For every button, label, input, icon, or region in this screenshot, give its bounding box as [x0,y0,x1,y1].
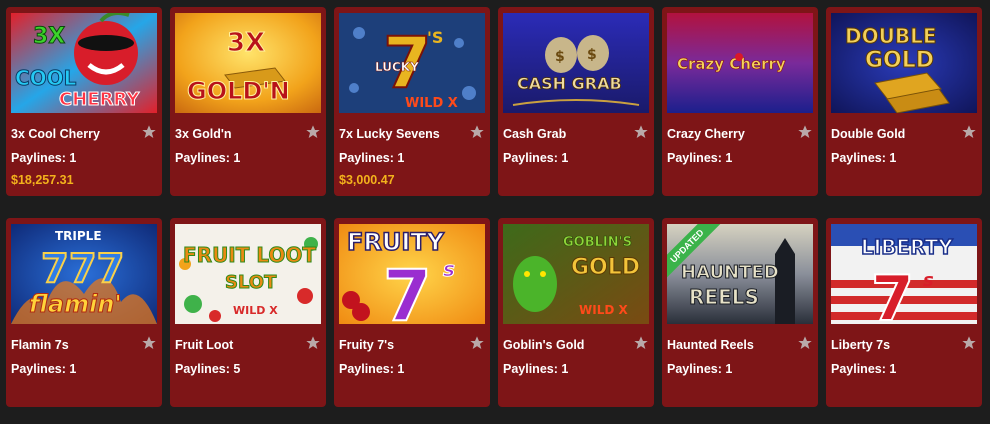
game-card-3x-goldn[interactable]: 3X GOLD'N 3x Gold'n Paylines: 1 [170,7,326,196]
svg-text:WILD X: WILD X [405,96,458,111]
svg-text:COOL: COOL [15,66,77,90]
paylines-label: Paylines: 1 [667,362,733,376]
games-grid: 3X COOL CHERRY 3x Cool Cherry Paylines: … [6,7,990,407]
svg-text:7: 7 [383,255,432,324]
star-icon[interactable] [797,124,813,140]
jackpot-amount: $18,257.31 [11,173,74,187]
paylines-label: Paylines: 1 [503,151,569,165]
svg-text:FRUITY: FRUITY [347,228,445,256]
svg-text:Crazy Cherry: Crazy Cherry [677,55,786,73]
svg-text:7: 7 [871,262,914,324]
game-thumbnail[interactable]: TRIPLE 777 flamin' [11,224,157,324]
svg-text:GOLD: GOLD [571,255,640,280]
game-card-double-gold[interactable]: DOUBLE GOLD Double Gold Paylines: 1 [826,7,982,196]
svg-text:GOLD'N: GOLD'N [187,77,290,105]
paylines-label: Paylines: 1 [831,151,897,165]
game-thumbnail[interactable]: LIBERTY 7 s [831,224,977,324]
paylines-label: Paylines: 5 [175,362,241,376]
svg-text:s: s [923,270,934,291]
star-icon[interactable] [961,335,977,351]
star-icon[interactable] [469,335,485,351]
svg-text:CHERRY: CHERRY [59,89,140,110]
svg-text:flamin': flamin' [29,290,122,318]
game-thumbnail[interactable]: 3X COOL CHERRY [11,13,157,113]
star-icon[interactable] [797,335,813,351]
thumb-title: 3X [33,24,65,49]
svg-text:LIBERTY: LIBERTY [861,235,953,259]
svg-text:FRUIT LOOT: FRUIT LOOT [183,243,316,267]
game-card-liberty-7s[interactable]: LIBERTY 7 s Liberty 7s Paylines: 1 [826,218,982,407]
game-card-fruity-7s[interactable]: FRUITY 7 s Fruity 7's Paylines: 1 [334,218,490,407]
game-card-haunted-reels[interactable]: HAUNTED REELS UPDATED Haunted Reels Payl… [662,218,818,407]
game-thumbnail[interactable]: 3X GOLD'N [175,13,321,113]
game-thumbnail[interactable]: HAUNTED REELS UPDATED [667,224,813,324]
game-title[interactable]: 3x Gold'n [175,127,231,141]
star-icon[interactable] [305,335,321,351]
star-icon[interactable] [141,335,157,351]
game-title[interactable]: 3x Cool Cherry [11,127,100,141]
star-icon[interactable] [305,124,321,140]
paylines-label: Paylines: 1 [11,362,77,376]
game-card-cash-grab[interactable]: $ $ CASH GRAB Cash Grab Paylines: 1 [498,7,654,196]
svg-text:s: s [443,257,455,281]
game-title[interactable]: Goblin's Gold [503,338,584,352]
game-thumbnail[interactable]: 7 'S LUCKY WILD X [339,13,485,113]
game-title[interactable]: Fruit Loot [175,338,233,352]
star-icon[interactable] [961,124,977,140]
paylines-label: Paylines: 1 [667,151,733,165]
paylines-label: Paylines: 1 [503,362,569,376]
star-icon[interactable] [633,124,649,140]
svg-text:$: $ [587,47,597,63]
game-card-crazy-cherry[interactable]: Crazy Cherry Crazy Cherry Paylines: 1 [662,7,818,196]
game-title[interactable]: Liberty 7s [831,338,890,352]
game-thumbnail[interactable]: GOBLIN'S GOLD WILD X [503,224,649,324]
star-icon[interactable] [141,124,157,140]
svg-text:3X: 3X [227,28,265,58]
game-title[interactable]: Haunted Reels [667,338,754,352]
game-thumbnail[interactable]: Crazy Cherry [667,13,813,113]
game-card-flamin-7s[interactable]: TRIPLE 777 flamin' Flamin 7s Paylines: 1 [6,218,162,407]
game-title[interactable]: Cash Grab [503,127,566,141]
paylines-label: Paylines: 1 [11,151,77,165]
svg-text:777: 777 [41,246,125,292]
star-icon[interactable] [633,335,649,351]
svg-text:LUCKY: LUCKY [375,60,419,74]
game-title[interactable]: Crazy Cherry [667,127,745,141]
paylines-label: Paylines: 1 [339,151,405,165]
game-card-7x-lucky-sevens[interactable]: 7 'S LUCKY WILD X 7x Lucky Sevens Paylin… [334,7,490,196]
game-card-fruit-loot[interactable]: FRUIT LOOT SLOT WILD X Fruit Loot Paylin… [170,218,326,407]
paylines-label: Paylines: 1 [339,362,405,376]
game-title[interactable]: Double Gold [831,127,905,141]
game-title[interactable]: Fruity 7's [339,338,394,352]
game-card-goblins-gold[interactable]: GOBLIN'S GOLD WILD X Goblin's Gold Payli… [498,218,654,407]
svg-text:WILD X: WILD X [233,304,278,317]
svg-text:SLOT: SLOT [225,272,277,293]
game-card-3x-cool-cherry[interactable]: 3X COOL CHERRY 3x Cool Cherry Paylines: … [6,7,162,196]
svg-text:WILD X: WILD X [579,303,628,317]
svg-text:CASH GRAB: CASH GRAB [517,74,622,93]
svg-text:'S: 'S [427,28,443,47]
paylines-label: Paylines: 1 [175,151,241,165]
svg-text:GOLD: GOLD [865,48,934,73]
game-title[interactable]: 7x Lucky Sevens [339,127,440,141]
svg-text:$: $ [555,49,565,65]
svg-text:GOBLIN'S: GOBLIN'S [563,235,632,250]
game-thumbnail[interactable]: DOUBLE GOLD [831,13,977,113]
svg-text:DOUBLE: DOUBLE [845,24,937,48]
game-title[interactable]: Flamin 7s [11,338,69,352]
paylines-label: Paylines: 1 [831,362,897,376]
svg-text:REELS: REELS [689,285,759,309]
svg-text:TRIPLE: TRIPLE [55,229,102,243]
star-icon[interactable] [469,124,485,140]
game-thumbnail[interactable]: FRUIT LOOT SLOT WILD X [175,224,321,324]
game-thumbnail[interactable]: FRUITY 7 s [339,224,485,324]
game-thumbnail[interactable]: $ $ CASH GRAB [503,13,649,113]
jackpot-amount: $3,000.47 [339,173,395,187]
svg-text:HAUNTED: HAUNTED [681,262,779,283]
